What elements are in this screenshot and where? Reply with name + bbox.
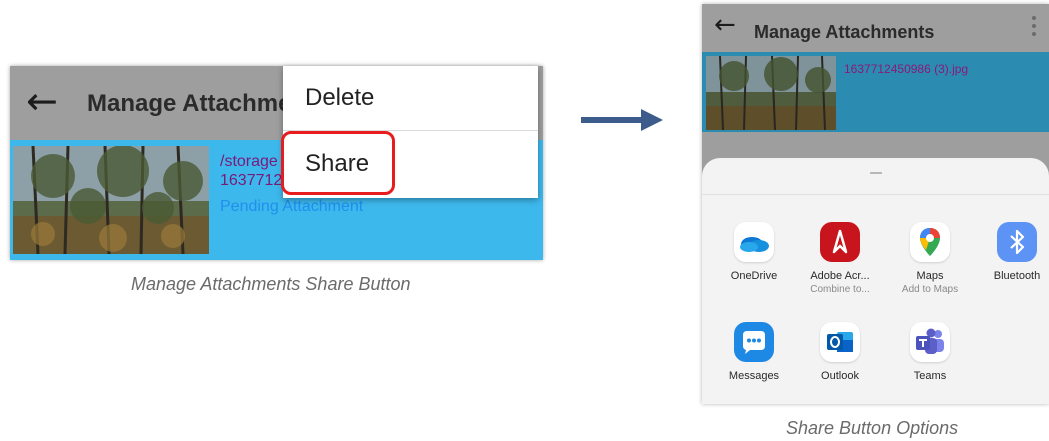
- attachment-path: /storage 1637712: [220, 153, 283, 189]
- app-label: Teams: [913, 370, 947, 382]
- app-label: Adobe Acr...: [810, 270, 870, 282]
- app-sublabel: Add to Maps: [901, 284, 959, 295]
- google-maps-icon: [910, 222, 950, 262]
- app-label: Maps: [916, 270, 944, 282]
- bluetooth-icon: [997, 222, 1037, 262]
- attachment-thumbnail: [13, 146, 209, 254]
- app-label: Bluetooth: [993, 270, 1041, 282]
- manage-attachments-screen-right: ← Manage Attachments 1637712450986 (3).j…: [702, 4, 1049, 404]
- share-app-maps[interactable]: Maps Add to Maps: [890, 222, 970, 295]
- sheet-drag-handle[interactable]: [870, 172, 882, 174]
- teams-icon: [910, 322, 950, 362]
- adobe-acrobat-icon: [820, 222, 860, 262]
- overflow-menu-icon[interactable]: [1032, 16, 1036, 38]
- sheet-divider: [702, 194, 1049, 195]
- outlook-icon: [820, 322, 860, 362]
- share-app-teams[interactable]: Teams: [890, 322, 970, 382]
- share-app-bluetooth[interactable]: Bluetooth: [977, 222, 1049, 282]
- onedrive-icon: [734, 222, 774, 262]
- share-app-outlook[interactable]: Outlook: [800, 322, 880, 382]
- caption-left: Manage Attachments Share Button: [131, 274, 411, 294]
- page-title: Manage Attachme: [87, 90, 292, 117]
- messages-icon: [734, 322, 774, 362]
- app-label: Messages: [728, 370, 780, 382]
- attachment-thumbnail: [706, 56, 836, 130]
- back-arrow-icon[interactable]: ←: [714, 10, 736, 40]
- attachment-status: Pending Attachment: [220, 198, 364, 215]
- attachment-filename: 1637712450986 (3).jpg: [844, 62, 969, 76]
- share-highlight-box: [281, 131, 395, 195]
- caption-right: Share Button Options: [786, 418, 959, 438]
- app-label: Outlook: [821, 370, 859, 382]
- share-app-messages[interactable]: Messages: [714, 322, 794, 382]
- app-sublabel: Combine to...: [810, 284, 870, 295]
- menu-item-delete[interactable]: Delete: [305, 84, 374, 112]
- transition-arrow: [581, 117, 643, 123]
- transition-arrow-head: [641, 109, 663, 131]
- page-title: Manage Attachments: [754, 22, 935, 42]
- share-app-onedrive[interactable]: OneDrive: [714, 222, 794, 282]
- share-app-adobe-acrobat[interactable]: Adobe Acr... Combine to...: [800, 222, 880, 295]
- back-arrow-icon[interactable]: ←: [26, 76, 58, 126]
- app-label: OneDrive: [730, 270, 778, 282]
